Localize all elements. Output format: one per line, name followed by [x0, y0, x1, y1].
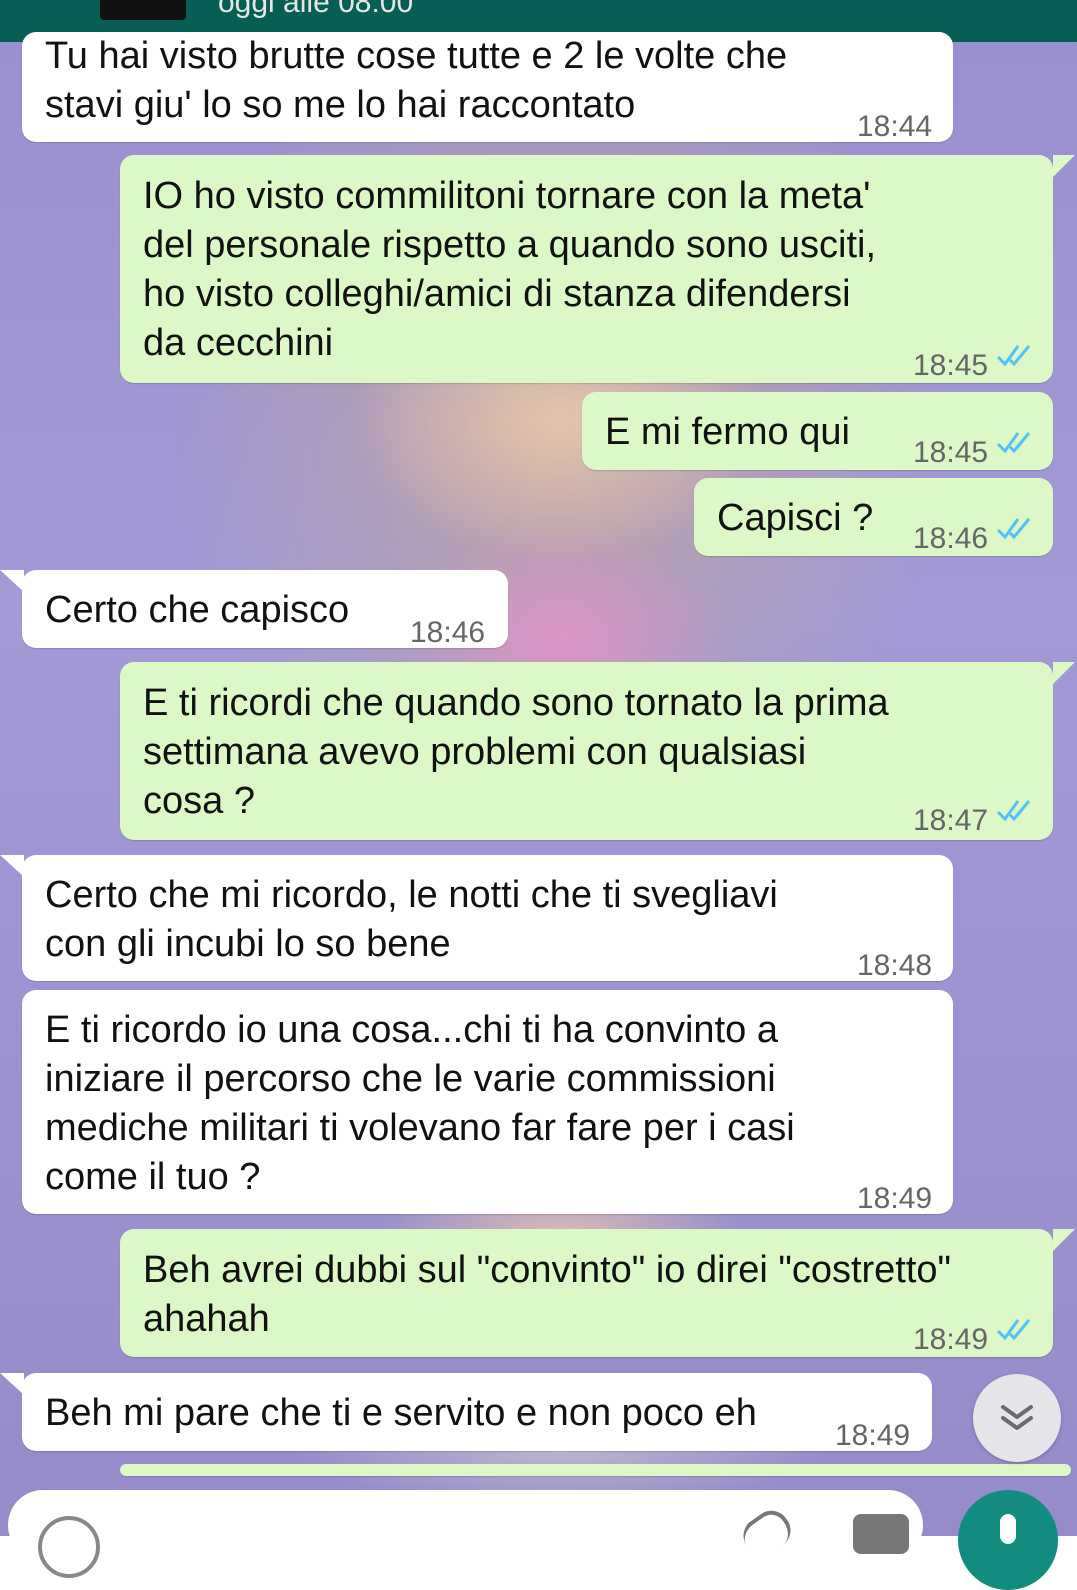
message-time: 18:49 — [913, 1323, 989, 1356]
message-text: E ti ricordi che quando sono tornato la … — [143, 682, 889, 822]
bubble-tail — [1053, 1229, 1075, 1251]
message-text: Tu hai visto brutte cose tutte e 2 le vo… — [45, 35, 788, 126]
bubble-tail — [0, 570, 24, 592]
message-time: 18:47 — [913, 804, 989, 837]
last-seen-status: oggi alle 08:00 — [218, 0, 414, 19]
bubble-tail — [1053, 662, 1075, 684]
message-bubble-outgoing[interactable]: IO ho visto commilitoni tornare con la m… — [120, 155, 1053, 383]
mic-button[interactable] — [958, 1490, 1058, 1590]
message-text: Certo che mi ricordo, le notti che ti sv… — [45, 874, 778, 965]
paperclip-icon[interactable] — [736, 1503, 798, 1563]
message-text: E ti ricordo io una cosa...chi ti ha con… — [45, 1009, 795, 1198]
bubble-tail — [1053, 155, 1075, 177]
message-bubble-incoming[interactable]: E ti ricordo io una cosa...chi ti ha con… — [22, 990, 953, 1215]
double-check-icon — [996, 1319, 1031, 1341]
message-composer — [0, 1490, 1077, 1590]
message-bubble-outgoing[interactable]: E mi fermo qui 18:45 — [582, 392, 1053, 470]
message-time: 18:49 — [857, 1182, 933, 1215]
message-time: 18:46 — [913, 522, 989, 555]
bubble-tail — [0, 1373, 24, 1395]
bubble-tail — [0, 855, 24, 877]
chevron-double-down-icon — [1001, 1405, 1033, 1430]
message-time: 18:45 — [913, 349, 989, 382]
message-bubble-outgoing[interactable]: Capisci ? 18:46 — [694, 478, 1053, 556]
double-check-icon — [996, 345, 1031, 367]
message-text: E mi fermo qui — [605, 411, 850, 453]
contact-avatar[interactable] — [100, 0, 186, 20]
emoji-icon[interactable] — [38, 1516, 100, 1578]
message-bubble-incoming[interactable]: Certo che capisco 18:46 — [22, 570, 508, 649]
message-bubble-outgoing[interactable]: E ti ricordi che quando sono tornato la … — [120, 662, 1053, 840]
scroll-to-bottom-button[interactable] — [973, 1374, 1061, 1462]
message-time: 18:49 — [835, 1419, 911, 1452]
double-check-icon — [996, 432, 1031, 454]
mic-icon — [1000, 1514, 1016, 1544]
double-check-icon — [996, 518, 1031, 540]
message-time: 18:45 — [913, 436, 989, 469]
message-bubble-incoming[interactable]: Beh mi pare che ti e servito e non poco … — [22, 1373, 932, 1452]
message-text: IO ho visto commilitoni tornare con la m… — [143, 175, 877, 364]
camera-icon[interactable] — [853, 1514, 909, 1554]
message-text: Capisci ? — [717, 497, 874, 539]
message-time: 18:46 — [410, 616, 486, 649]
message-time: 18:44 — [857, 110, 933, 143]
message-time: 18:48 — [857, 949, 933, 982]
double-check-icon — [996, 800, 1031, 822]
message-text: Beh avrei dubbi sul "convinto" io direi … — [143, 1249, 952, 1340]
message-bubble-incoming[interactable]: Certo che mi ricordo, le notti che ti sv… — [22, 855, 953, 982]
message-text: Certo che capisco — [45, 589, 350, 631]
message-input[interactable] — [8, 1490, 923, 1578]
message-bubble-outgoing-partial[interactable] — [120, 1464, 1071, 1476]
message-bubble-incoming[interactable]: Tu hai visto brutte cose tutte e 2 le vo… — [22, 32, 953, 143]
message-bubble-outgoing[interactable]: Beh avrei dubbi sul "convinto" io direi … — [120, 1229, 1053, 1357]
message-text: Beh mi pare che ti e servito e non poco … — [45, 1392, 757, 1434]
